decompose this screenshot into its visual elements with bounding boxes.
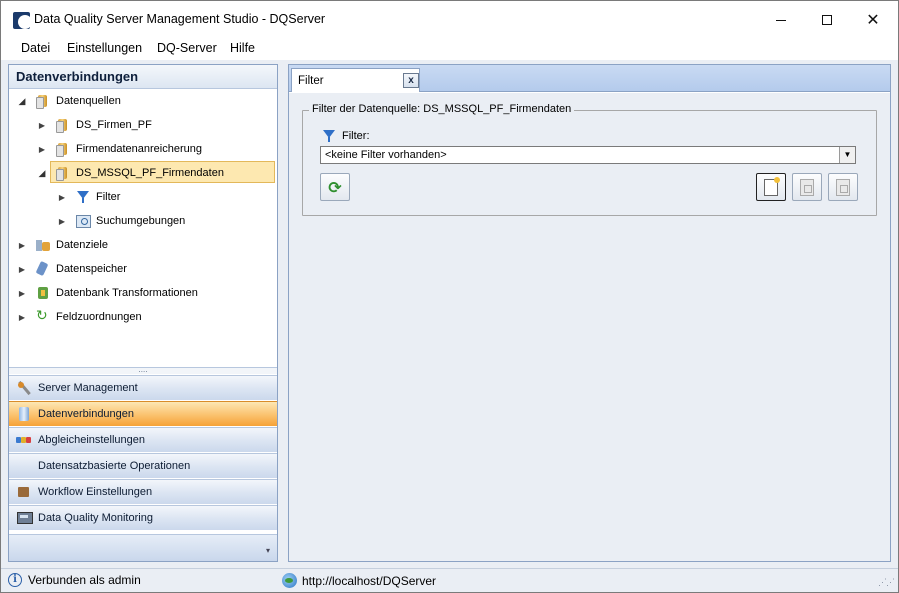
close-button[interactable]: ✕ [850,5,896,35]
tree-item-datenbank-transformationen[interactable]: ▶ Datenbank Transformationen [17,282,198,304]
tree-item-firmendatenanreicherung[interactable]: ▶ Firmendatenanreicherung [37,138,202,160]
nav-workflow-einstellungen[interactable]: Workflow Einstellungen [9,479,277,504]
nav-abgleicheinstellungen[interactable]: Abgleicheinstellungen [9,427,277,452]
server-url-text: http://localhost/DQServer [302,573,437,588]
nav-label: Datenverbindungen [38,408,135,420]
title-bar[interactable]: Data Quality Server Management Studio - … [1,1,898,37]
tab-filter[interactable]: Filter x [291,68,420,92]
menu-bar: Datei Einstellungen DQ-Server Hilfe [1,37,898,60]
settings-icon [16,432,32,448]
database-icon [55,117,71,133]
nav-footer[interactable]: ▾ [9,534,277,561]
new-document-icon [764,176,780,196]
database-icon [55,165,71,181]
tab-close-button[interactable]: x [403,73,419,88]
nav-label: Workflow Einstellungen [38,486,153,498]
collapsed-arrow-icon[interactable]: ▶ [17,240,27,250]
resize-grip-icon[interactable]: ⋰⋰ [878,577,895,588]
dropdown-arrow-icon[interactable]: ▼ [839,147,855,163]
nav-label: Data Quality Monitoring [38,512,153,524]
collapsed-arrow-icon[interactable]: ▶ [57,192,67,202]
nav-label: Server Management [38,382,138,394]
tree-item-datenziele[interactable]: ▶ Datenziele [17,234,108,256]
database-icon [16,406,32,422]
collapsed-arrow-icon[interactable]: ▶ [17,264,27,274]
nav-label: Datensatzbasierte Operationen [38,460,191,472]
tab-content: Filter der Datenquelle: DS_MSSQL_PF_Firm… [289,93,890,561]
tree-item-datenspeicher[interactable]: ▶ Datenspeicher [17,258,127,280]
nav-server-management[interactable]: Server Management [9,375,277,400]
edit-filter-button[interactable] [792,173,822,201]
monitor-icon [16,510,33,526]
tree-item-ds-firmen-pf[interactable]: ▶ DS_Firmen_PF [37,114,152,136]
menu-datei[interactable]: Datei [21,41,50,55]
expanded-arrow-icon[interactable]: ◢ [17,96,27,106]
collapsed-arrow-icon[interactable]: ▶ [17,288,27,298]
minimize-button[interactable] [758,5,804,35]
filter-icon [321,128,337,144]
collapsed-arrow-icon[interactable]: ▶ [17,312,27,322]
expanded-arrow-icon[interactable]: ◢ [37,168,47,178]
minimize-icon [776,19,786,21]
app-window: Data Quality Server Management Studio - … [0,0,899,593]
new-filter-button[interactable] [756,173,786,201]
maximize-button[interactable] [804,5,850,35]
maximize-icon [822,15,832,25]
info-icon: i [8,573,22,587]
nav-label: Abgleicheinstellungen [38,434,146,446]
collapsed-arrow-icon[interactable]: ▶ [37,120,47,130]
close-icon: ✕ [866,12,880,29]
app-logo-icon [13,12,30,29]
tab-strip: Filter x [289,65,890,92]
panel-splitter[interactable]: .... [9,366,277,374]
tree-item-filter[interactable]: ▶ Filter [57,186,120,208]
refresh-button[interactable]: ⟳ [320,173,350,201]
filter-icon [75,189,91,205]
document-panel: Filter x Filter der Datenquelle: DS_MSSQ… [288,64,891,562]
connection-status: i Verbunden als admin [8,573,141,587]
database-icon [35,93,51,109]
tab-label: Filter [298,75,324,87]
collapsed-arrow-icon[interactable]: ▶ [57,216,67,226]
filter-label: Filter: [342,130,370,142]
delete-filter-button[interactable] [828,173,858,201]
refresh-icon: ⟳ [328,177,342,197]
nav-datensatzbasierte-operationen[interactable]: Datensatzbasierte Operationen [9,453,277,499]
globe-icon [282,573,297,588]
filter-select[interactable]: <keine Filter vorhanden> ▼ [320,146,856,164]
transformation-icon [35,285,51,301]
connection-tree[interactable]: ◢ Datenquellen ▶ DS_Firmen_PF ▶ Firmenda… [9,90,277,366]
menu-hilfe[interactable]: Hilfe [230,41,255,55]
tree-item-ds-mssql-pf-firmendaten[interactable]: ◢ DS_MSSQL_PF_Firmendaten [37,162,224,184]
filter-label-row: Filter: [321,128,370,144]
group-title: Filter der Datenquelle: DS_MSSQL_PF_Firm… [309,103,575,115]
target-icon [35,237,51,253]
search-icon [75,213,91,229]
database-icon [55,141,71,157]
tree-item-feldzuordnungen[interactable]: ▶ Feldzuordnungen [17,306,142,328]
nav-datenverbindungen[interactable]: Datenverbindungen [9,401,277,426]
tree-item-datenquellen[interactable]: ◢ Datenquellen [17,90,121,112]
server-url: http://localhost/DQServer [282,573,436,588]
menu-einstellungen[interactable]: Einstellungen [67,41,142,55]
nav-data-quality-monitoring[interactable]: Data Quality Monitoring [9,505,277,530]
mapping-icon [35,308,51,325]
storage-icon [35,261,51,277]
delete-document-icon [836,178,850,196]
tree-item-suchumgebungen[interactable]: ▶ Suchumgebungen [57,210,185,232]
menu-dq-server[interactable]: DQ-Server [157,41,217,55]
chevron-down-icon[interactable]: ▾ [266,546,270,555]
edit-document-icon [800,178,814,196]
connection-status-text: Verbunden als admin [28,573,141,587]
wrench-icon [16,380,32,396]
filter-group: Filter der Datenquelle: DS_MSSQL_PF_Firm… [302,103,877,216]
panel-header: Datenverbindungen [9,65,277,89]
navigation-panel: Datenverbindungen ◢ Datenquellen ▶ DS_Fi… [8,64,278,562]
filter-select-value: <keine Filter vorhanden> [325,149,447,161]
window-title: Data Quality Server Management Studio - … [34,12,326,26]
status-bar: i Verbunden als admin http://localhost/D… [1,568,898,592]
collapsed-arrow-icon[interactable]: ▶ [37,144,47,154]
box-icon [16,484,32,500]
